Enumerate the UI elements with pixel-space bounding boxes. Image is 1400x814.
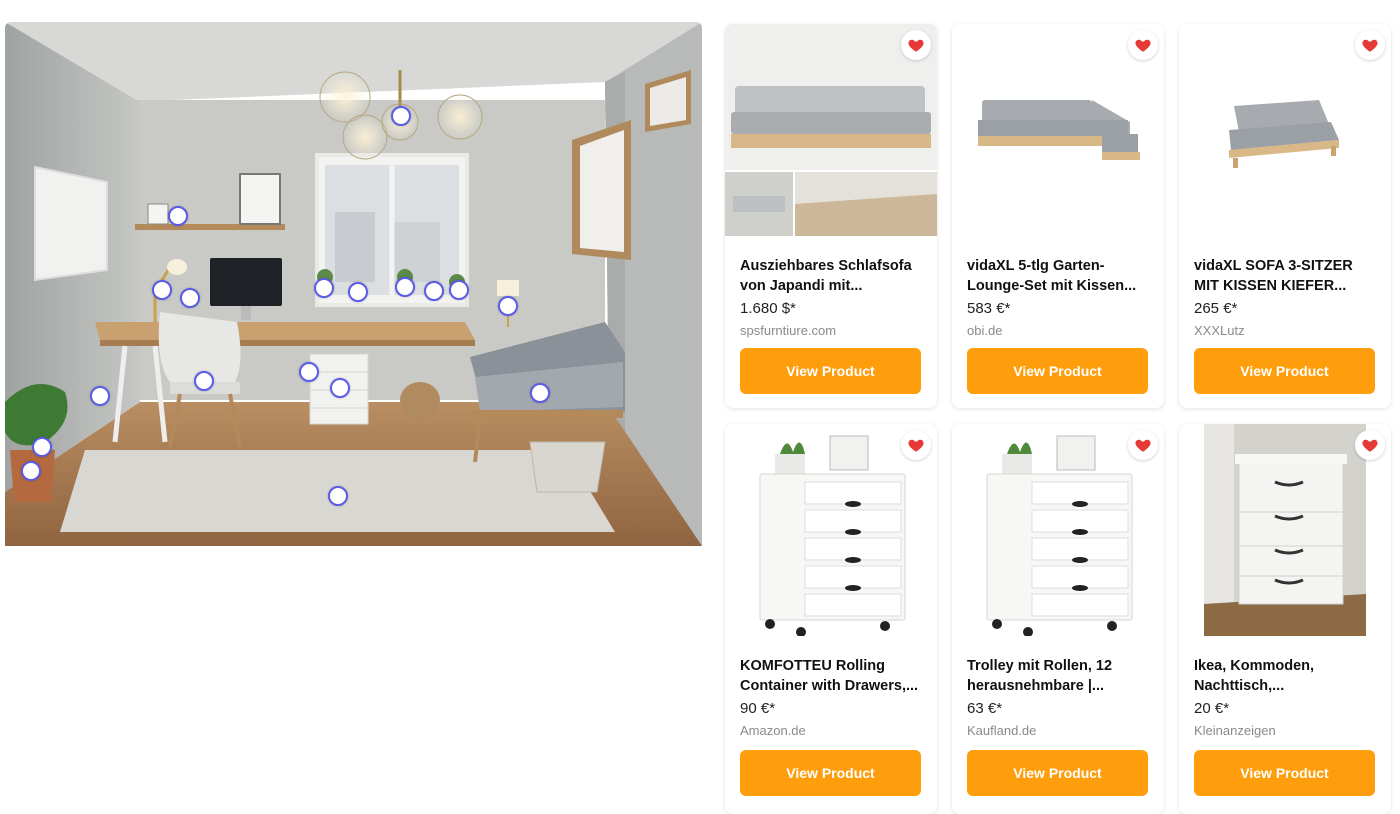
favorite-button[interactable] (901, 430, 931, 460)
hotspot-photo-frame[interactable] (180, 288, 200, 308)
favorite-button[interactable] (1355, 30, 1385, 60)
hotspot-bedside-lamp[interactable] (498, 296, 518, 316)
product-store: XXXLutz (1194, 323, 1245, 338)
product-price: 583 €* (967, 300, 1011, 317)
heart-icon (1362, 39, 1378, 52)
hotspot-window-plant-3[interactable] (395, 277, 415, 297)
hotspot-shelf[interactable] (168, 206, 188, 226)
product-price: 20 €* (1194, 700, 1230, 717)
product-title: Ausziehbares Schlafsofa von Japandi mit.… (740, 258, 912, 294)
view-product-button[interactable]: View Product (1194, 348, 1375, 394)
hotspot-window-plant-2[interactable] (348, 282, 368, 302)
product-price: 90 €* (740, 700, 776, 717)
product-store: Kleinanzeigen (1194, 723, 1276, 738)
heart-icon (908, 39, 924, 52)
favorite-button[interactable] (901, 30, 931, 60)
product-store: Amazon.de (740, 723, 806, 738)
hotspot-window-plant-5[interactable] (449, 280, 469, 300)
product-info: Ausziehbares Schlafsofa von Japandi mit.… (740, 256, 925, 338)
heart-icon (1135, 39, 1151, 52)
product-title: vidaXL 5-tlg Garten-Lounge-Set mit Kisse… (967, 258, 1137, 294)
favorite-button[interactable] (1128, 30, 1158, 60)
product-store: Kaufland.de (967, 723, 1037, 738)
product-card[interactable]: vidaXL SOFA 3-SITZER MIT KISSEN KIEFER..… (1179, 24, 1391, 408)
view-product-button[interactable]: View Product (967, 348, 1148, 394)
hotspot-desk[interactable] (90, 386, 110, 406)
room-scene (5, 22, 702, 546)
product-card[interactable]: Ausziehbares Schlafsofa von Japandi mit.… (725, 24, 937, 408)
view-product-button[interactable]: View Product (740, 348, 921, 394)
product-card[interactable]: KOMFOTTEU Rolling Container with Drawers… (725, 424, 937, 814)
product-info: vidaXL SOFA 3-SITZER MIT KISSEN KIEFER..… (1194, 256, 1379, 338)
hotspot-plant-pot[interactable] (21, 461, 41, 481)
product-info: KOMFOTTEU Rolling Container with Drawers… (740, 656, 925, 738)
product-price: 265 €* (1194, 300, 1238, 317)
hotspot-desk-lamp[interactable] (152, 280, 172, 300)
hotspot-window-plant-4[interactable] (424, 281, 444, 301)
product-info: vidaXL 5-tlg Garten-Lounge-Set mit Kisse… (967, 256, 1152, 338)
product-card[interactable]: Ikea, Kommoden, Nachttisch,... 20 €* Kle… (1179, 424, 1391, 814)
view-product-button[interactable]: View Product (740, 750, 921, 796)
hotspot-sofa[interactable] (530, 383, 550, 403)
product-info: Trolley mit Rollen, 12 herausnehmbare |.… (967, 656, 1152, 738)
heart-icon (1135, 439, 1151, 452)
view-product-button[interactable]: View Product (1194, 750, 1375, 796)
hotspot-chair[interactable] (194, 371, 214, 391)
hotspot-chandelier[interactable] (391, 106, 411, 126)
favorite-button[interactable] (1128, 430, 1158, 460)
hotspot-window-plant-1[interactable] (314, 278, 334, 298)
hotspot-drawer-top[interactable] (299, 362, 319, 382)
product-info: Ikea, Kommoden, Nachttisch,... 20 €* Kle… (1194, 656, 1379, 738)
favorite-button[interactable] (1355, 430, 1385, 460)
product-title: vidaXL SOFA 3-SITZER MIT KISSEN KIEFER..… (1194, 258, 1353, 294)
product-title: Trolley mit Rollen, 12 herausnehmbare |.… (967, 658, 1113, 694)
product-grid: Ausziehbares Schlafsofa von Japandi mit.… (725, 22, 1393, 814)
product-store: obi.de (967, 323, 1003, 338)
product-title: KOMFOTTEU Rolling Container with Drawers… (740, 658, 919, 694)
product-card[interactable]: vidaXL 5-tlg Garten-Lounge-Set mit Kisse… (952, 24, 1164, 408)
hotspot-drawer-unit[interactable] (330, 378, 350, 398)
product-card[interactable]: Trolley mit Rollen, 12 herausnehmbare |.… (952, 424, 1164, 814)
product-title: Ikea, Kommoden, Nachttisch,... (1194, 658, 1315, 694)
heart-icon (908, 439, 924, 452)
hotspot-plant[interactable] (32, 437, 52, 457)
view-product-button[interactable]: View Product (967, 750, 1148, 796)
product-price: 1.680 $* (740, 300, 796, 317)
heart-icon (1362, 439, 1378, 452)
hotspot-rug[interactable] (328, 486, 348, 506)
product-store: spsfurntiure.com (740, 323, 837, 338)
product-price: 63 €* (967, 700, 1003, 717)
